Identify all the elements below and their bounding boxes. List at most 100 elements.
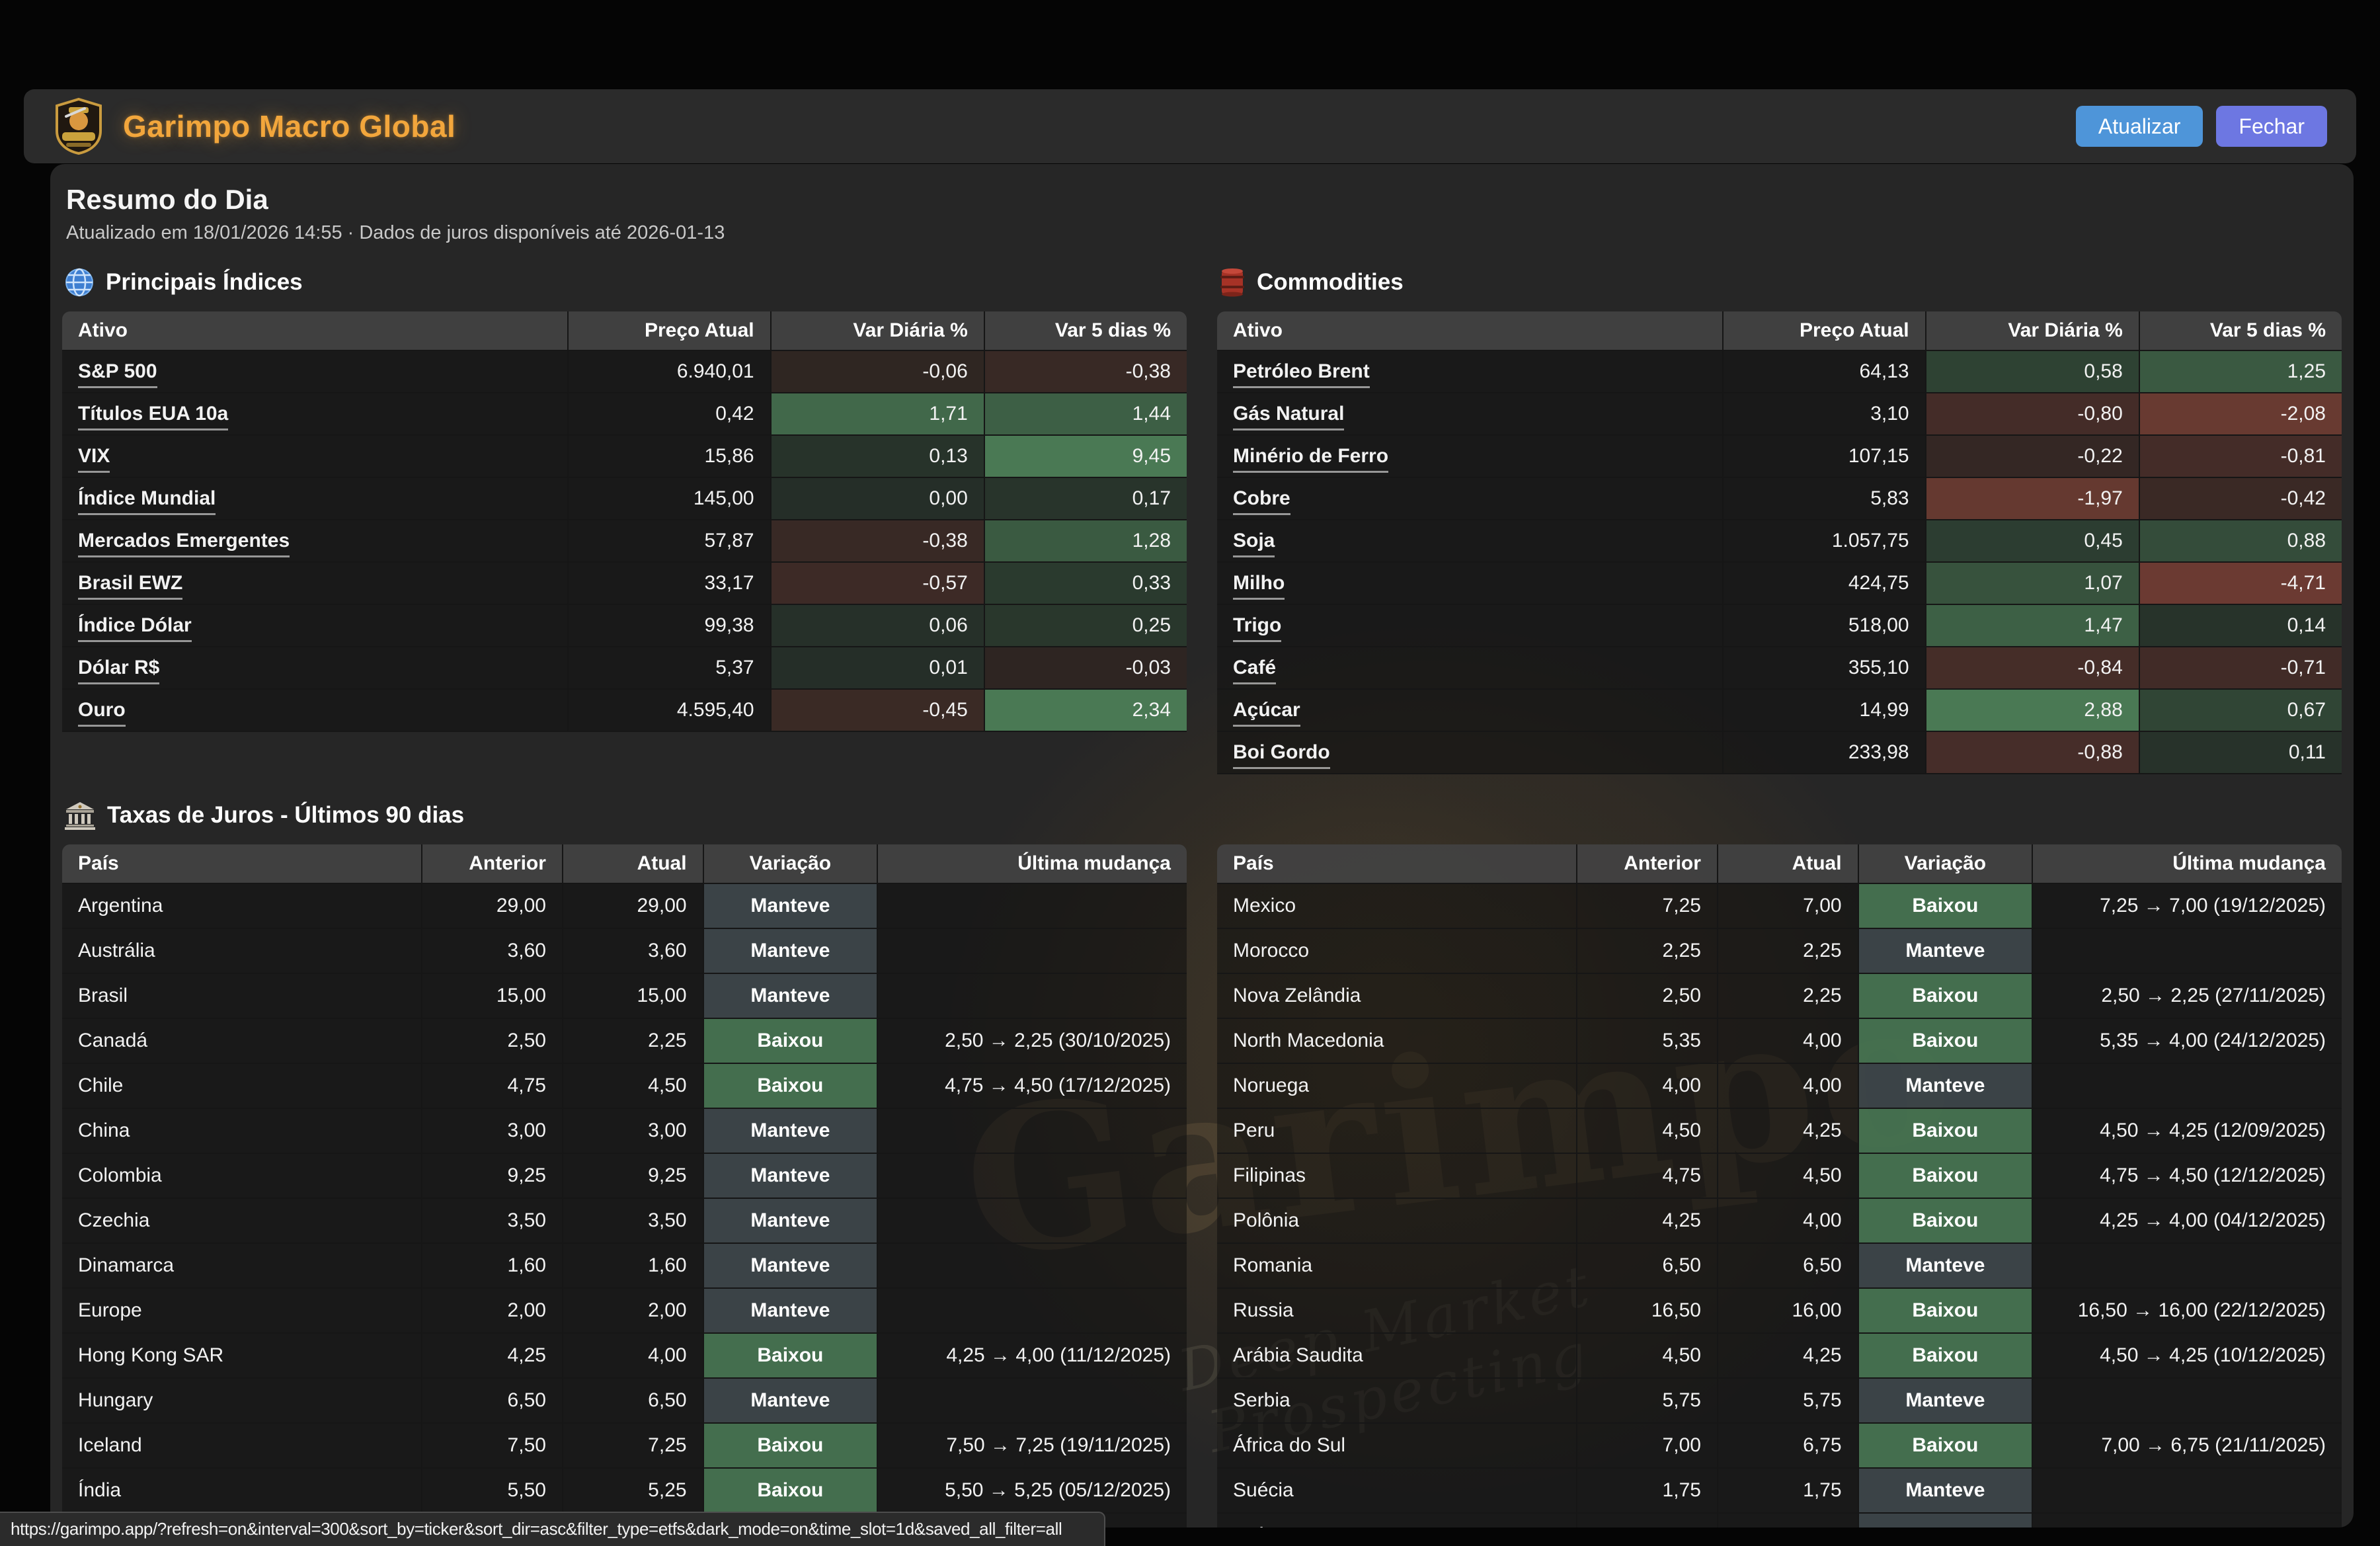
close-button[interactable]: Fechar (2216, 106, 2327, 147)
last-change-cell (877, 1198, 1187, 1243)
asset-name-cell: Dólar R$ (62, 647, 568, 689)
last-change-cell: 7,50 → 7,25 (19/11/2025) (877, 1423, 1187, 1468)
variation-badge: Baixou (1858, 1333, 2033, 1378)
asset-name-link[interactable]: Títulos EUA 10a (78, 403, 228, 430)
column-header[interactable]: Ativo (62, 311, 568, 350)
column-header[interactable]: Preço Atual (568, 311, 770, 350)
table-row: Índia5,505,25Baixou5,50 → 5,25 (05/12/20… (62, 1468, 1187, 1513)
var-5day-cell: -0,71 (2139, 647, 2342, 689)
column-header[interactable]: Preço Atual (1723, 311, 1925, 350)
var-5day-cell: -0,81 (2139, 435, 2342, 477)
asset-name-link[interactable]: S&P 500 (78, 360, 157, 388)
table-row: Romania6,506,50Manteve (1217, 1243, 2342, 1288)
price-cell: 64,13 (1723, 350, 1925, 393)
asset-name-link[interactable]: Dólar R$ (78, 657, 159, 684)
refresh-button[interactable]: Atualizar (2076, 106, 2203, 147)
asset-name-link[interactable]: Boi Gordo (1233, 741, 1330, 769)
var-daily-cell: 1,07 (1926, 562, 2139, 604)
current-rate-cell: 4,25 (1718, 1333, 1858, 1378)
column-header[interactable]: País (1217, 844, 1577, 883)
asset-name-link[interactable]: Petróleo Brent (1233, 360, 1370, 388)
table-row: Canadá2,502,25Baixou2,50 → 2,25 (30/10/2… (62, 1018, 1187, 1063)
asset-name-link[interactable]: Índice Dólar (78, 614, 192, 642)
column-header[interactable]: Atual (563, 844, 703, 883)
asset-name-link[interactable]: Minério de Ferro (1233, 445, 1388, 473)
table-row: Dinamarca1,601,60Manteve (62, 1243, 1187, 1288)
asset-name-link[interactable]: Milho (1233, 572, 1285, 600)
asset-name-link[interactable]: Ouro (78, 699, 126, 727)
table-row: Gás Natural3,10-0,80-2,08 (1217, 393, 2342, 435)
asset-name-cell: Boi Gordo (1217, 731, 1723, 774)
last-change-cell (877, 883, 1187, 928)
column-header[interactable]: País (62, 844, 422, 883)
column-header[interactable]: Var 5 dias % (2139, 311, 2342, 350)
var-daily-cell: -0,84 (1926, 647, 2139, 689)
var-daily-cell: 0,13 (771, 435, 984, 477)
column-header[interactable]: Atual (1718, 844, 1858, 883)
country-cell: Filipinas (1217, 1153, 1577, 1198)
asset-name-link[interactable]: Brasil EWZ (78, 572, 182, 600)
table-row: Colombia9,259,25Manteve (62, 1153, 1187, 1198)
asset-name-link[interactable]: Soja (1233, 530, 1275, 557)
asset-name-link[interactable]: Trigo (1233, 614, 1281, 642)
app-logo-icon (53, 98, 104, 155)
previous-rate-cell: 2,25 (1577, 928, 1718, 973)
var-daily-cell: -0,06 (771, 350, 984, 393)
column-header[interactable]: Última mudança (2032, 844, 2342, 883)
asset-name-link[interactable]: Açúcar (1233, 699, 1300, 727)
asset-name-link[interactable]: Café (1233, 657, 1276, 684)
asset-name-link[interactable]: Índice Mundial (78, 487, 216, 515)
country-cell: Argentina (62, 883, 422, 928)
asset-name-link[interactable]: Mercados Emergentes (78, 530, 290, 557)
indices-table: AtivoPreço AtualVar Diária %Var 5 dias %… (62, 311, 1187, 732)
price-cell: 233,98 (1723, 731, 1925, 774)
previous-rate-cell: 16,50 (1577, 1288, 1718, 1333)
column-header[interactable]: Var Diária % (771, 311, 984, 350)
column-header[interactable]: Ativo (1217, 311, 1723, 350)
country-cell: Colombia (62, 1153, 422, 1198)
variation-badge: Manteve (1858, 1378, 2033, 1423)
previous-rate-cell: 1,75 (1577, 1468, 1718, 1513)
var-5day-cell: -0,42 (2139, 477, 2342, 520)
last-change-cell (2032, 1468, 2342, 1513)
last-change-cell (2032, 1378, 2342, 1423)
var-5day-cell: 0,25 (984, 604, 1187, 647)
table-row: Chile4,754,50Baixou4,75 → 4,50 (17/12/20… (62, 1063, 1187, 1108)
globe-icon (65, 268, 94, 297)
table-row: Filipinas4,754,50Baixou4,75 → 4,50 (12/1… (1217, 1153, 2342, 1198)
country-cell: Chile (62, 1063, 422, 1108)
table-row: Brasil15,0015,00Manteve (62, 973, 1187, 1018)
variation-badge: Manteve (1858, 1513, 2033, 1527)
price-cell: 107,15 (1723, 435, 1925, 477)
last-change-cell (877, 1108, 1187, 1153)
table-row: Argentina29,0029,00Manteve (62, 883, 1187, 928)
previous-rate-cell: 3,00 (422, 1108, 563, 1153)
asset-name-link[interactable]: Gás Natural (1233, 403, 1344, 430)
column-header[interactable]: Última mudança (877, 844, 1187, 883)
commodities-section: Commodities AtivoPreço AtualVar Diária %… (1217, 251, 2342, 774)
column-header[interactable]: Anterior (1577, 844, 1718, 883)
asset-name-link[interactable]: Cobre (1233, 487, 1290, 515)
last-change-cell: 2,50 → 2,25 (27/11/2025) (2032, 973, 2342, 1018)
country-cell: Mexico (1217, 883, 1577, 928)
country-cell: Romania (1217, 1243, 1577, 1288)
table-row: Cobre5,83-1,97-0,42 (1217, 477, 2342, 520)
current-rate-cell: 6,50 (1718, 1243, 1858, 1288)
current-rate-cell: 29,00 (563, 883, 703, 928)
column-header[interactable]: Var Diária % (1926, 311, 2139, 350)
indices-section-title: Principais Índices (106, 269, 303, 296)
current-rate-cell: 7,00 (1718, 883, 1858, 928)
table-row: Petróleo Brent64,130,581,25 (1217, 350, 2342, 393)
price-cell: 424,75 (1723, 562, 1925, 604)
column-header[interactable]: Anterior (422, 844, 563, 883)
column-header[interactable]: Variação (703, 844, 878, 883)
var-daily-cell: -0,57 (771, 562, 984, 604)
rates-table-left: PaísAnteriorAtualVariaçãoÚltima mudança A… (62, 844, 1187, 1527)
column-header[interactable]: Var 5 dias % (984, 311, 1187, 350)
country-cell: Nova Zelândia (1217, 973, 1577, 1018)
asset-name-cell: Ouro (62, 689, 568, 731)
table-row: Czechia3,503,50Manteve (62, 1198, 1187, 1243)
asset-name-link[interactable]: VIX (78, 445, 110, 473)
column-header[interactable]: Variação (1858, 844, 2033, 883)
rates-right-half: PaísAnteriorAtualVariaçãoÚltima mudança M… (1217, 844, 2342, 1527)
